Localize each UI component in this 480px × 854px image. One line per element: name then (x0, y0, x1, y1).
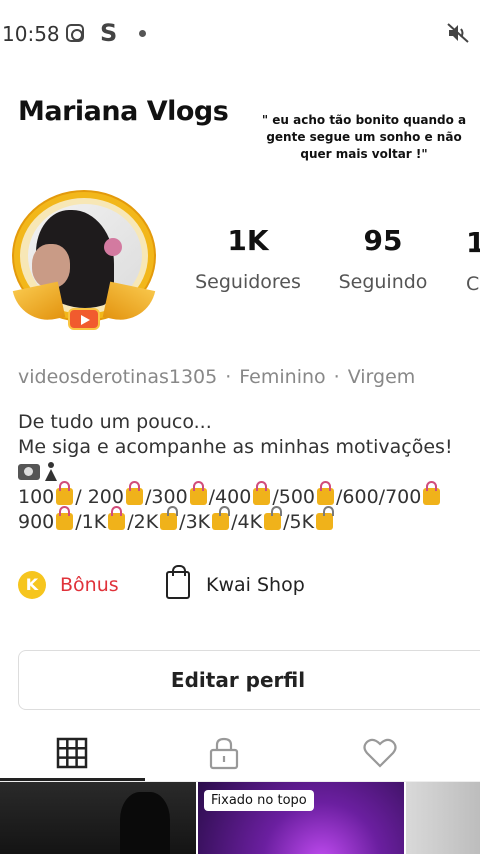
profile-bio: De tudo um pouco... Me siga e acompanhe … (18, 410, 480, 535)
locked-icon (253, 481, 271, 505)
locked-icon (423, 481, 441, 505)
gender: Feminino (239, 366, 326, 388)
goal-1k: /1K (75, 511, 107, 533)
kwai-shop-label: Kwai Shop (206, 574, 305, 596)
goal-400: /400 (208, 486, 252, 508)
goal-300: /300 (144, 486, 188, 508)
shopping-bag-icon (166, 565, 190, 599)
locked-icon (125, 481, 143, 505)
following-label: Seguindo (338, 271, 428, 293)
followers-label: Seguidores (195, 271, 301, 293)
status-bar: 10:58 S (0, 0, 480, 68)
locked-icon (189, 481, 207, 505)
pinned-badge: Fixado no topo (204, 790, 314, 811)
tab-private[interactable] (152, 726, 296, 780)
kwai-coin-icon: K (18, 571, 46, 599)
video-thumbnail-pinned[interactable]: Fixado no topo (198, 782, 404, 854)
profile-meta: videosderotinas1305 · Feminino · Virgem (18, 366, 415, 388)
laurel-right-icon (102, 281, 156, 327)
lock-icon (209, 737, 239, 770)
goal-500: /500 (272, 486, 315, 508)
locked-icon (108, 506, 126, 530)
goal-200: / 200 (75, 486, 124, 508)
video-thumbnail[interactable] (406, 782, 480, 854)
following-count: 95 (363, 224, 403, 257)
video-grid: Fixado no topo (0, 782, 480, 854)
video-thumbnail[interactable] (0, 782, 196, 854)
goal-900: 900 (18, 511, 55, 533)
meta-separator: · (333, 366, 340, 388)
goal-5k: /5K (283, 511, 315, 533)
unlocked-icon (160, 506, 179, 530)
status-time: 10:58 (2, 22, 60, 46)
s-app-icon: S (100, 19, 118, 47)
goal-100: 100 (18, 486, 55, 508)
edit-profile-button[interactable]: Editar perfil (18, 650, 480, 710)
third-stat-count: 1 (466, 226, 480, 259)
notification-dot-icon (139, 30, 146, 37)
bio-line-1: De tudo um pouco... (18, 411, 212, 433)
profile-quote: " eu acho tão bonito quando a gente segu… (261, 113, 467, 161)
locked-icon (56, 506, 74, 530)
laurel-left-icon (12, 281, 66, 327)
mute-icon (447, 23, 469, 43)
camera-icon (18, 464, 40, 480)
followers-count: 1K (227, 224, 269, 257)
goal-2k: /2K (127, 511, 159, 533)
unlocked-icon (316, 506, 335, 530)
profile-tabs (0, 726, 480, 782)
bio-emoji-line (18, 460, 480, 485)
martial-arts-icon (44, 462, 58, 482)
username: videosderotinas1305 (18, 366, 218, 388)
goal-600-700: /600/700 (336, 486, 422, 508)
tab-grid[interactable] (0, 726, 144, 780)
following-stat[interactable]: 95 Seguindo (326, 224, 440, 293)
instagram-icon (66, 24, 84, 42)
zodiac-sign: Virgem (347, 366, 416, 388)
bio-goals-line-1: 100 / 200/300/400/500/600/700 (18, 481, 480, 510)
bio-goals-line-2: 900/1K/2K/3K/4K/5K (18, 506, 480, 535)
meta-separator: · (225, 366, 232, 388)
tab-liked[interactable] (308, 726, 452, 780)
goal-3k: /3K (179, 511, 211, 533)
third-stat-label: C (466, 273, 480, 295)
live-play-icon[interactable] (68, 308, 100, 330)
followers-stat[interactable]: 1K Seguidores (188, 224, 308, 293)
locked-icon (317, 481, 334, 505)
profile-name: Mariana Vlogs (18, 96, 229, 127)
grid-icon (56, 737, 88, 769)
avatar[interactable] (10, 188, 158, 336)
third-stat[interactable]: 1 C (466, 226, 480, 295)
unlocked-icon (212, 506, 231, 530)
unlocked-icon (264, 506, 283, 530)
goal-4k: /4K (231, 511, 263, 533)
kwai-shop-button[interactable]: Kwai Shop (166, 565, 305, 600)
bio-line-2: Me siga e acompanhe as minhas motivações… (18, 436, 453, 458)
bonus-button[interactable]: K Bônus (18, 570, 119, 600)
locked-icon (56, 481, 74, 505)
heart-icon (363, 738, 397, 768)
bonus-label: Bônus (60, 574, 119, 596)
